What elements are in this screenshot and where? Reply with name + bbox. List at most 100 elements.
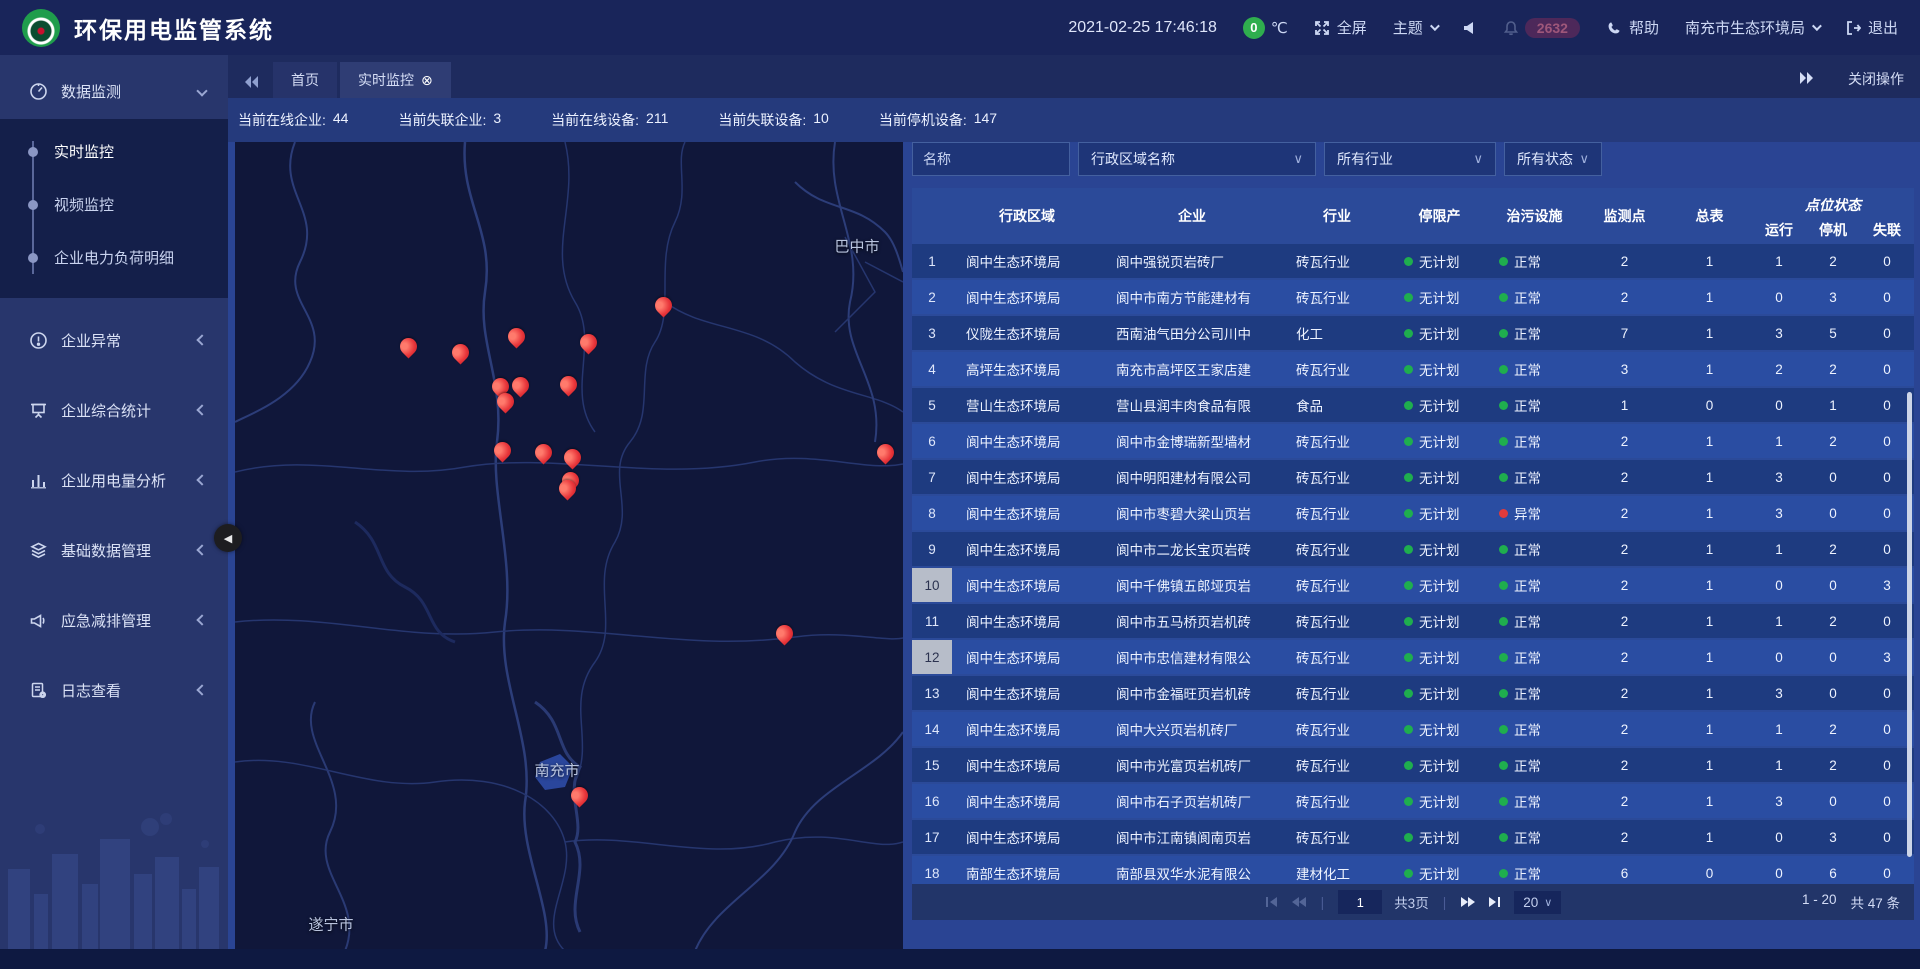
table-row[interactable]: 7 阆中生态环境局 阆中明阳建材有限公司 砖瓦行业 无计划 正常 2 1 3 0… xyxy=(912,460,1914,494)
cell-running: 3 xyxy=(1752,676,1806,710)
cell-disconnected: 3 xyxy=(1860,640,1914,674)
column-header-meter: 总表 xyxy=(1667,188,1752,244)
region-select[interactable]: 行政区域名称∨ xyxy=(1078,142,1316,176)
chevron-left-icon xyxy=(196,544,207,555)
pagination-bar: | 共3页 | 20 ∨ 1 - 20 共 47 条 xyxy=(912,884,1914,920)
sidebar-item-enterprise-statistics[interactable]: 企业综合统计 xyxy=(0,382,228,438)
sidebar-subitem[interactable]: 视频监控 xyxy=(0,178,228,231)
cell-stopped: 3 xyxy=(1806,820,1860,854)
table-row[interactable]: 17 阆中生态环境局 阆中市江南镇阆南页岩 砖瓦行业 无计划 正常 2 1 0 … xyxy=(912,820,1914,854)
table-row[interactable]: 14 阆中生态环境局 阆中大兴页岩机砖厂 砖瓦行业 无计划 正常 2 1 1 2… xyxy=(912,712,1914,746)
sidebar-subitem[interactable]: 企业电力负荷明细 xyxy=(0,231,228,284)
table-row[interactable]: 8 阆中生态环境局 阆中市枣碧大梁山页岩 砖瓦行业 无计划 异常 2 1 3 0… xyxy=(912,496,1914,530)
table-row[interactable]: 3 仪陇生态环境局 西南油气田分公司川中 化工 无计划 正常 7 1 3 5 0 xyxy=(912,316,1914,350)
status-dot-icon xyxy=(1499,293,1508,302)
cell-facility-status: 正常 xyxy=(1487,604,1582,638)
tabs-scroll-right-button[interactable] xyxy=(1798,71,1814,88)
cell-stopped: 0 xyxy=(1806,676,1860,710)
sidebar: 数据监测 实时监控 视频监控 企业电力负荷明细 企业异常 企业综合统计 xyxy=(0,55,228,949)
row-index: 4 xyxy=(912,352,952,386)
cell-halt-status: 无计划 xyxy=(1392,784,1487,818)
exit-button[interactable]: 退出 xyxy=(1845,17,1898,38)
cell-total-meter: 1 xyxy=(1667,712,1752,746)
tab-realtime-monitoring[interactable]: 实时监控 ⊗ xyxy=(340,62,451,98)
cell-halt-status: 无计划 xyxy=(1392,820,1487,854)
table-row[interactable]: 15 阆中生态环境局 阆中市光富页岩机砖厂 砖瓦行业 无计划 正常 2 1 1 … xyxy=(912,748,1914,782)
cell-stopped: 1 xyxy=(1806,388,1860,422)
industry-select[interactable]: 所有行业∨ xyxy=(1324,142,1496,176)
sidebar-item-enterprise-abnormal[interactable]: 企业异常 xyxy=(0,312,228,368)
org-dropdown[interactable]: 南充市生态环境局 xyxy=(1685,17,1819,38)
cell-monitor-points: 2 xyxy=(1582,748,1667,782)
page-bottom-strip xyxy=(0,949,1920,969)
table-row[interactable]: 16 阆中生态环境局 阆中市石子页岩机砖厂 砖瓦行业 无计划 正常 2 1 3 … xyxy=(912,784,1914,818)
notifications[interactable]: 2632 xyxy=(1503,18,1580,38)
cell-total-meter: 1 xyxy=(1667,640,1752,674)
status-select[interactable]: 所有状态∨ xyxy=(1504,142,1602,176)
cell-halt-status: 无计划 xyxy=(1392,352,1487,386)
sidebar-item-power-analysis[interactable]: 企业用电量分析 xyxy=(0,452,228,508)
sidebar-item-basic-data[interactable]: 基础数据管理 xyxy=(0,522,228,578)
skyline-decoration xyxy=(0,799,228,949)
cell-facility-status: 正常 xyxy=(1487,244,1582,278)
cell-industry: 砖瓦行业 xyxy=(1282,244,1392,278)
page-size-select[interactable]: 20 ∨ xyxy=(1514,891,1561,914)
fullscreen-button[interactable]: 全屏 xyxy=(1314,17,1367,38)
status-dot-icon xyxy=(1499,797,1508,806)
table-row[interactable]: 11 阆中生态环境局 阆中市五马桥页岩机砖 砖瓦行业 无计划 正常 2 1 1 … xyxy=(912,604,1914,638)
last-page-button[interactable] xyxy=(1488,896,1502,908)
table-row[interactable]: 13 阆中生态环境局 阆中市金福旺页岩机砖 砖瓦行业 无计划 正常 2 1 3 … xyxy=(912,676,1914,710)
table-row[interactable]: 10 阆中生态环境局 阆中千佛镇五郎垭页岩 砖瓦行业 无计划 正常 2 1 0 … xyxy=(912,568,1914,602)
prev-page-button[interactable] xyxy=(1291,896,1307,908)
sidebar-item-emergency-reduction[interactable]: 应急减排管理 xyxy=(0,592,228,648)
table-row[interactable]: 6 阆中生态环境局 阆中市金博瑞新型墙材 砖瓦行业 无计划 正常 2 1 1 2… xyxy=(912,424,1914,458)
name-search-input[interactable] xyxy=(912,142,1070,176)
cell-halt-status: 无计划 xyxy=(1392,280,1487,314)
sidebar-subitem[interactable]: 实时监控 xyxy=(0,125,228,178)
cell-monitor-points: 1 xyxy=(1582,388,1667,422)
cell-industry: 砖瓦行业 xyxy=(1282,532,1392,566)
cell-disconnected: 0 xyxy=(1860,784,1914,818)
cell-stopped: 2 xyxy=(1806,712,1860,746)
cell-industry: 砖瓦行业 xyxy=(1282,676,1392,710)
row-index: 7 xyxy=(912,460,952,494)
cell-facility-status: 正常 xyxy=(1487,676,1582,710)
tabs-scroll-left-button[interactable] xyxy=(244,75,260,89)
cell-industry: 砖瓦行业 xyxy=(1282,496,1392,530)
green-dot-icon xyxy=(1404,257,1413,266)
page-number-input[interactable] xyxy=(1338,890,1382,914)
cell-facility-status: 正常 xyxy=(1487,460,1582,494)
cell-total-meter: 1 xyxy=(1667,604,1752,638)
cell-company: 阆中市江南镇阆南页岩 xyxy=(1102,820,1282,854)
first-page-button[interactable] xyxy=(1265,896,1279,908)
sidebar-item-data-monitoring[interactable]: 数据监测 xyxy=(0,63,228,119)
scrollbar-thumb[interactable] xyxy=(1907,392,1912,857)
table-row[interactable]: 12 阆中生态环境局 阆中市忠信建材有限公 砖瓦行业 无计划 正常 2 1 0 … xyxy=(912,640,1914,674)
cell-disconnected: 0 xyxy=(1860,676,1914,710)
sidebar-collapse-button[interactable]: ◀ xyxy=(214,524,242,552)
theme-dropdown[interactable]: 主题 xyxy=(1393,17,1437,38)
cell-halt-status: 无计划 xyxy=(1392,748,1487,782)
speaker-icon xyxy=(1463,21,1477,35)
table-row[interactable]: 4 高坪生态环境局 南充市高坪区王家店建 砖瓦行业 无计划 正常 3 1 2 2… xyxy=(912,352,1914,386)
help-button[interactable]: 帮助 xyxy=(1606,17,1659,38)
tab-home[interactable]: 首页 xyxy=(273,62,337,98)
table-row[interactable]: 9 阆中生态环境局 阆中市二龙长宝页岩砖 砖瓦行业 无计划 正常 2 1 1 2… xyxy=(912,532,1914,566)
table-row[interactable]: 18 南部生态环境局 南部县双华水泥有限公 建材化工 无计划 正常 6 0 0 … xyxy=(912,856,1914,884)
sidebar-item-log-view[interactable]: 日志查看 xyxy=(0,662,228,718)
table-row[interactable]: 1 阆中生态环境局 阆中强锐页岩砖厂 砖瓦行业 无计划 正常 2 1 1 2 0 xyxy=(912,244,1914,278)
map-panel[interactable]: 巴中市 南充市 遂宁市 xyxy=(235,142,903,951)
mute-button[interactable] xyxy=(1463,21,1477,35)
double-chevron-right-icon xyxy=(1798,71,1814,85)
next-page-button[interactable] xyxy=(1460,896,1476,908)
table-row[interactable]: 5 营山生态环境局 营山县润丰肉食品有限 食品 无计划 正常 1 0 0 1 0 xyxy=(912,388,1914,422)
close-operations-button[interactable]: 关闭操作 xyxy=(1848,69,1904,89)
cell-disconnected: 0 xyxy=(1860,604,1914,638)
cell-stopped: 2 xyxy=(1806,424,1860,458)
map-city-label: 遂宁市 xyxy=(308,914,353,935)
tab-close-icon[interactable]: ⊗ xyxy=(421,72,433,89)
cell-monitor-points: 2 xyxy=(1582,460,1667,494)
chevron-left-icon xyxy=(196,404,207,415)
table-row[interactable]: 2 阆中生态环境局 阆中市南方节能建材有 砖瓦行业 无计划 正常 2 1 0 3… xyxy=(912,280,1914,314)
cell-total-meter: 1 xyxy=(1667,424,1752,458)
